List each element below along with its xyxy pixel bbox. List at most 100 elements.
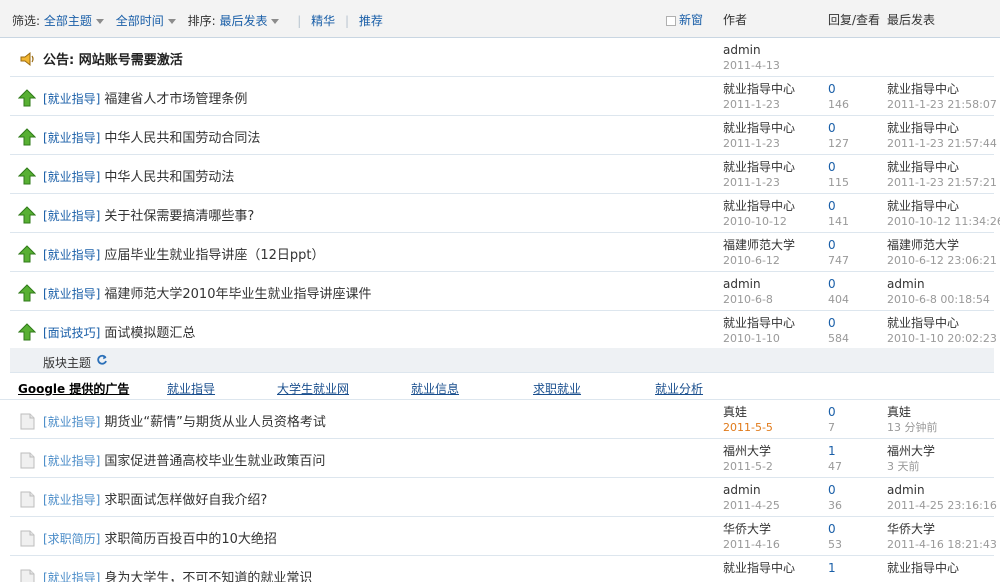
reply-count[interactable]: 1 xyxy=(828,444,842,459)
thread-subject-link[interactable]: 应届毕业生就业指导讲座（12日ppt） xyxy=(104,248,324,263)
category-tag[interactable]: [就业指导] xyxy=(43,287,100,301)
category-tag[interactable]: [面试技巧] xyxy=(43,326,100,340)
category-tag[interactable]: [就业指导] xyxy=(43,170,100,184)
reply-count[interactable]: 0 xyxy=(828,316,849,331)
thread-subject-link[interactable]: 福建师范大学2010年毕业生就业指导讲座课件 xyxy=(104,287,371,302)
ad-link[interactable]: 就业分析 xyxy=(655,380,703,397)
ad-link[interactable]: 大学生就业网 xyxy=(277,380,349,397)
thread-subject-link[interactable]: 关于社保需要搞清哪些事? xyxy=(104,209,254,224)
thread-row[interactable]: [就业指导] 福建师范大学2010年毕业生就业指导讲座课件 admin 2010-6-… xyxy=(10,272,994,311)
reply-count[interactable]: 0 xyxy=(828,160,849,175)
author-link[interactable]: 就业指导中心 xyxy=(723,316,795,331)
new-window-label[interactable]: 新窗 xyxy=(679,13,703,27)
thread-row[interactable]: [面试技巧] 面试模拟题汇总 就业指导中心 2010-1-10 0 584 就业指导中心 20… xyxy=(10,311,997,350)
last-post-cell: 福州大学 3 天前 xyxy=(887,444,935,474)
reply-count[interactable]: 0 xyxy=(828,199,849,214)
new-window-checkbox[interactable]: 新窗 xyxy=(666,11,703,28)
author-link[interactable]: 福州大学 xyxy=(723,444,773,459)
ad-link[interactable]: 求职就业 xyxy=(533,380,581,397)
checkbox-icon[interactable] xyxy=(666,15,676,26)
last-poster-link[interactable]: 福建师范大学 xyxy=(887,238,997,253)
last-poster-link[interactable]: admin xyxy=(887,277,990,292)
author-link[interactable]: admin xyxy=(723,277,773,292)
chevron-down-icon[interactable] xyxy=(95,18,104,24)
category-tag[interactable]: [就业指导] xyxy=(43,571,100,582)
replies-views-cell: 0 747 xyxy=(828,238,849,268)
reply-count[interactable]: 0 xyxy=(828,277,849,292)
last-poster-link[interactable]: admin xyxy=(887,483,997,498)
author-cell: 福州大学 2011-5-2 xyxy=(723,444,773,474)
announcement-title[interactable]: 公告: 网站账号需要激活 xyxy=(43,49,183,68)
author-link[interactable]: admin xyxy=(723,483,780,498)
all-topics-dropdown[interactable]: 全部主题 xyxy=(44,14,92,28)
thread-row[interactable]: [就业指导] 福建省人才市场管理条例 就业指导中心 2011-1-23 0 146 就业指导… xyxy=(10,77,997,116)
announcement-row[interactable]: 公告: 网站账号需要激活 admin 2011-4-13 xyxy=(10,38,994,77)
thread-subject-link[interactable]: 国家促进普通高校毕业生就业政策百问 xyxy=(104,454,325,469)
thread-row[interactable]: [就业指导] 身为大学生，不可不知道的就业常识 就业指导中心 1 就业指导中心 xyxy=(10,556,994,582)
ad-link[interactable]: 就业指导 xyxy=(167,380,215,397)
category-tag[interactable]: [就业指导] xyxy=(43,92,100,106)
thread-subject-link[interactable]: 中华人民共和国劳动合同法 xyxy=(104,131,260,146)
chevron-down-icon[interactable] xyxy=(167,18,176,24)
author-link[interactable]: 就业指导中心 xyxy=(723,121,795,136)
thread-row[interactable]: [就业指导] 求职面试怎样做好自我介绍? admin 2011-4-25 0 36 admi… xyxy=(10,478,997,517)
thread-subject-link[interactable]: 身为大学生，不可不知道的就业常识 xyxy=(104,571,312,582)
last-poster-link[interactable]: 就业指导中心 xyxy=(887,82,997,97)
all-time-dropdown[interactable]: 全部时间 xyxy=(116,14,164,28)
last-poster-link[interactable]: 就业指导中心 xyxy=(887,316,997,331)
chevron-down-icon[interactable] xyxy=(271,18,280,24)
thread-subject-link[interactable]: 中华人民共和国劳动法 xyxy=(104,170,234,185)
thread-row[interactable]: [求职简历] 求职简历百投百中的10大绝招 华侨大学 2011-4-16 0 53 华侨大学… xyxy=(10,517,997,556)
author-link[interactable]: 福建师范大学 xyxy=(723,238,795,253)
category-tag[interactable]: [求职简历] xyxy=(43,532,100,546)
thread-subject-link[interactable]: 面试模拟题汇总 xyxy=(104,326,195,341)
category-tag[interactable]: [就业指导] xyxy=(43,131,100,145)
post-date: 2011-4-25 xyxy=(723,499,780,512)
document-icon xyxy=(20,413,35,430)
digest-link[interactable]: 精华 xyxy=(311,14,335,28)
reply-count[interactable]: 0 xyxy=(828,82,849,97)
reply-count[interactable]: 0 xyxy=(828,238,849,253)
category-tag[interactable]: [就业指导] xyxy=(43,493,100,507)
last-poster-link[interactable]: 就业指导中心 xyxy=(887,121,997,136)
thread-row[interactable]: [就业指导] 中华人民共和国劳动法 就业指导中心 2011-1-23 0 115 就业指导中… xyxy=(10,155,997,194)
last-poster-link[interactable]: 真娃 xyxy=(887,405,938,420)
thread-subject-link[interactable]: 求职面试怎样做好自我介绍? xyxy=(104,493,267,508)
last-post-time: 2011-1-23 21:57:21 xyxy=(887,176,997,189)
sort-dropdown[interactable]: 最后发表 xyxy=(219,14,267,28)
category-tag[interactable]: [就业指导] xyxy=(43,209,100,223)
thread-row[interactable]: [就业指导] 国家促进普通高校毕业生就业政策百问 福州大学 2011-5-2 1 47 福州… xyxy=(10,439,994,478)
author-link[interactable]: 就业指导中心 xyxy=(723,160,795,175)
reply-count[interactable]: 1 xyxy=(828,561,836,576)
thread-row[interactable]: [就业指导] 期货业“薪情”与期货从业人员资格考试 真娃 2011-5-5 0 7 真娃 13… xyxy=(10,400,994,439)
reply-count[interactable]: 0 xyxy=(828,121,849,136)
author-link[interactable]: 就业指导中心 xyxy=(723,561,795,576)
category-tag[interactable]: [就业指导] xyxy=(43,415,100,429)
refresh-icon[interactable] xyxy=(96,354,108,366)
thread-subject-link[interactable]: 福建省人才市场管理条例 xyxy=(104,92,247,107)
reply-count[interactable]: 0 xyxy=(828,405,836,420)
last-poster-link[interactable]: 就业指导中心 xyxy=(887,199,1000,214)
thread-subject-link[interactable]: 求职简历百投百中的10大绝招 xyxy=(104,532,277,547)
author-link[interactable]: 华侨大学 xyxy=(723,522,780,537)
author-link[interactable]: 真娃 xyxy=(723,405,773,420)
reply-count[interactable]: 0 xyxy=(828,483,842,498)
thread-row[interactable]: [就业指导] 应届毕业生就业指导讲座（12日ppt） 福建师范大学 2010-6-12… xyxy=(10,233,997,272)
ad-link[interactable]: 就业信息 xyxy=(411,380,459,397)
author-link[interactable]: admin xyxy=(723,43,780,58)
filter-bar: 筛选: 全部主题 全部时间 排序: 最后发表 | 精华 | 推荐 xyxy=(12,12,383,29)
category-tag[interactable]: [就业指导] xyxy=(43,454,100,468)
author-link[interactable]: 就业指导中心 xyxy=(723,199,795,214)
reply-count[interactable]: 0 xyxy=(828,522,842,537)
last-poster-link[interactable]: 就业指导中心 xyxy=(887,160,997,175)
thread-row[interactable]: [就业指导] 中华人民共和国劳动合同法 就业指导中心 2011-1-23 0 127 就业指… xyxy=(10,116,997,155)
last-poster-link[interactable]: 华侨大学 xyxy=(887,522,997,537)
thread-subject-link[interactable]: 期货业“薪情”与期货从业人员资格考试 xyxy=(104,415,325,430)
google-ads-link[interactable]: Google 提供的广告 xyxy=(18,380,129,397)
author-link[interactable]: 就业指导中心 xyxy=(723,82,795,97)
last-poster-link[interactable]: 福州大学 xyxy=(887,444,935,459)
recommend-link[interactable]: 推荐 xyxy=(359,14,383,28)
thread-row[interactable]: [就业指导] 关于社保需要搞清哪些事? 就业指导中心 2010-10-12 0 141 就业… xyxy=(10,194,1000,233)
last-poster-link[interactable]: 就业指导中心 xyxy=(887,561,959,576)
category-tag[interactable]: [就业指导] xyxy=(43,248,100,262)
